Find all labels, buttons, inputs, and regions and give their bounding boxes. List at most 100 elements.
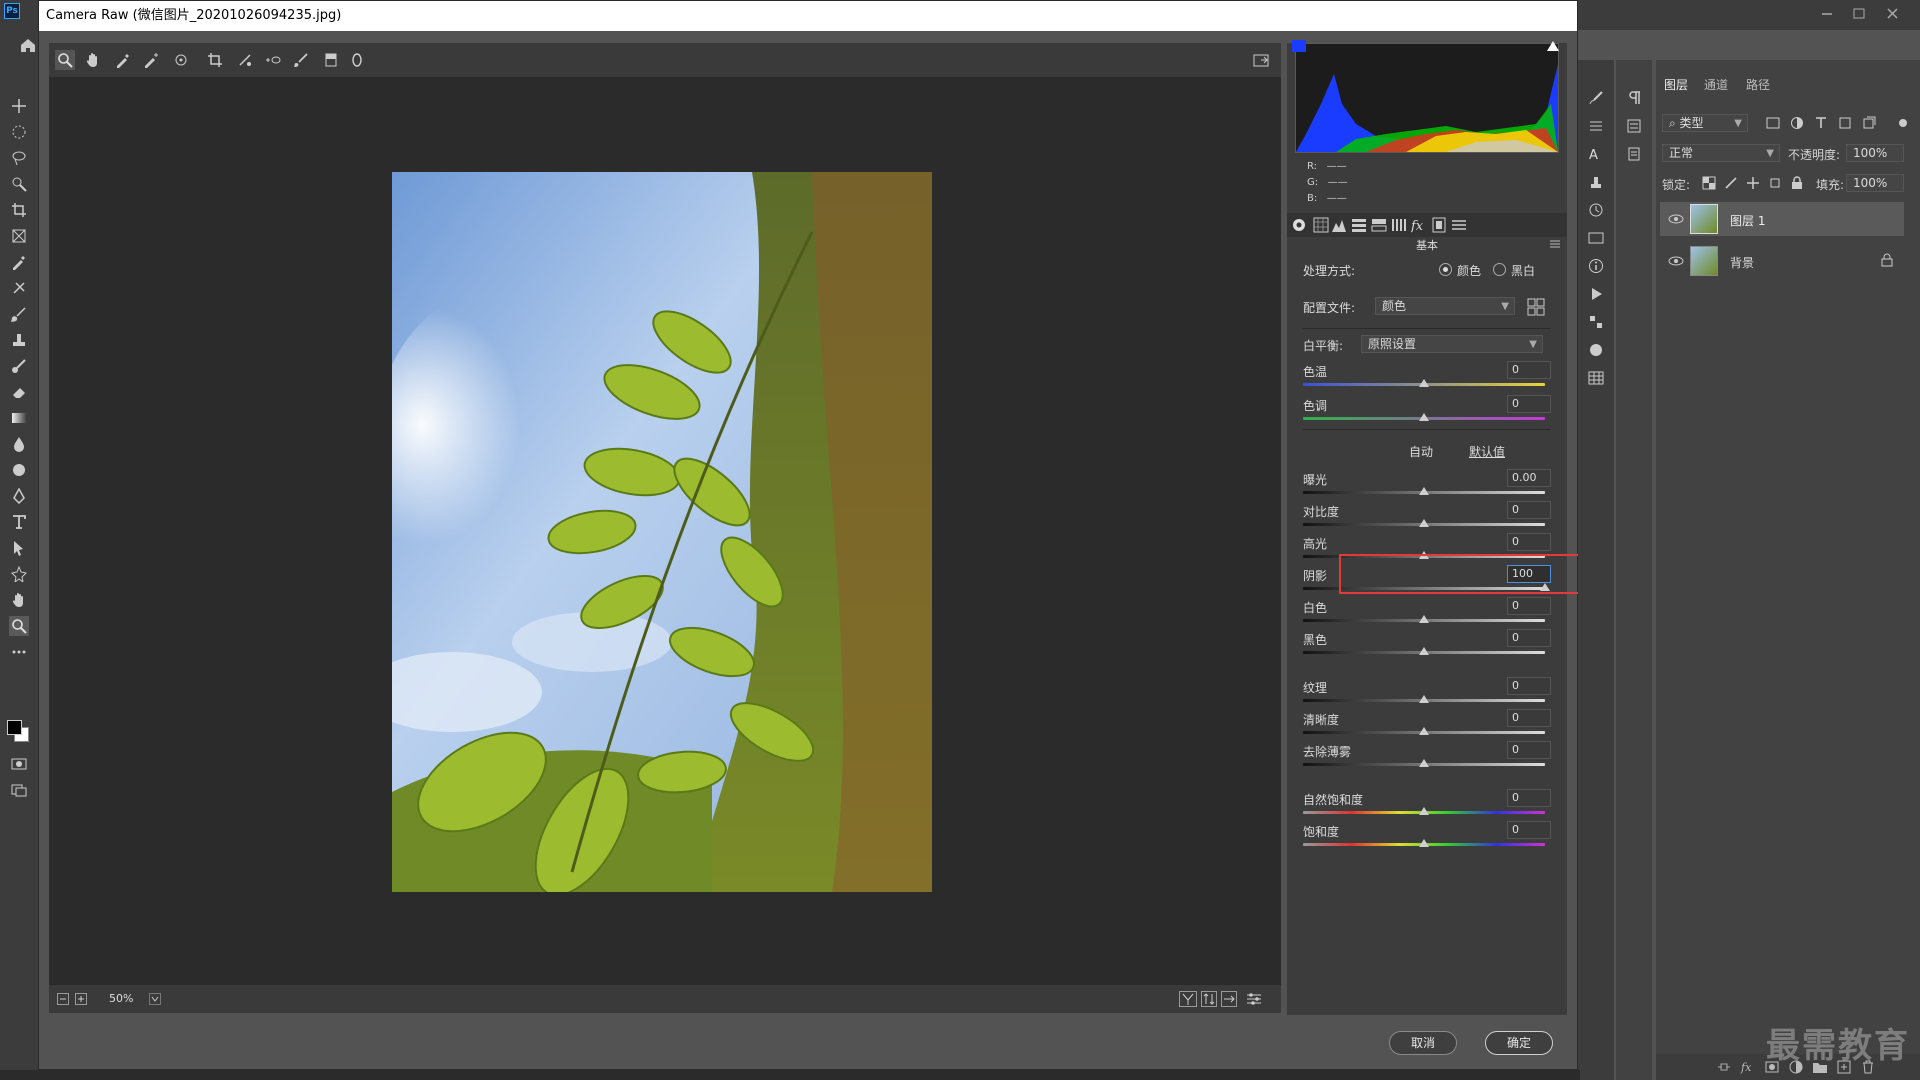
color-swatches[interactable] — [5, 718, 31, 744]
slider-value-field[interactable]: 0 — [1507, 361, 1551, 379]
zoom-dropdown-icon[interactable] — [149, 993, 161, 1005]
detail-tab-icon[interactable] — [1331, 217, 1347, 233]
channels-tab[interactable]: 通道 — [1704, 76, 1728, 93]
before-after-icon[interactable] — [1179, 991, 1197, 1007]
slider-value-field[interactable]: 0 — [1507, 821, 1551, 839]
blur-tool-icon[interactable] — [9, 434, 29, 454]
tone-curve-tab-icon[interactable] — [1313, 217, 1329, 233]
effects-tab-icon[interactable]: fx — [1411, 217, 1427, 233]
profile-browser-icon[interactable] — [1527, 298, 1545, 316]
filter-adjustment-icon[interactable] — [1790, 116, 1806, 132]
visibility-eye-icon[interactable] — [1668, 211, 1684, 227]
zoom-icon[interactable] — [55, 50, 75, 70]
quick-select-icon[interactable] — [9, 174, 29, 194]
auto-button[interactable]: 自动 — [1409, 443, 1433, 460]
zoom-out-button[interactable] — [57, 993, 69, 1005]
home-icon[interactable] — [18, 35, 38, 55]
stamp-tool-icon[interactable] — [9, 330, 29, 350]
red-eye-icon[interactable] — [263, 50, 283, 70]
layer-row-layer1[interactable]: 图层 1 — [1660, 202, 1904, 236]
layer-row-background[interactable]: 背景 — [1660, 244, 1904, 278]
radial-filter-icon[interactable] — [347, 50, 367, 70]
history-icon[interactable] — [1588, 202, 1604, 218]
white-balance-icon[interactable] — [113, 50, 133, 70]
hsl-tab-icon[interactable] — [1351, 217, 1367, 233]
filter-smart-icon[interactable] — [1862, 116, 1878, 132]
frame-tool-icon[interactable] — [9, 226, 29, 246]
slider-value-field[interactable]: 0 — [1507, 395, 1551, 413]
slider-thumb[interactable] — [1419, 487, 1429, 495]
slider-thumb[interactable] — [1419, 647, 1429, 655]
hand-tool-icon[interactable] — [9, 590, 29, 610]
eyedropper-icon[interactable] — [9, 252, 29, 272]
shape-tool-icon[interactable] — [9, 564, 29, 584]
crop-icon[interactable] — [205, 50, 225, 70]
slider-thumb[interactable] — [1419, 839, 1429, 847]
brush-tool-icon[interactable] — [9, 304, 29, 324]
ok-button[interactable]: 确定 — [1485, 1031, 1553, 1055]
filter-pixel-icon[interactable] — [1766, 116, 1782, 132]
layers-tab[interactable]: 图层 — [1664, 76, 1688, 93]
crop-tool-icon[interactable] — [9, 200, 29, 220]
more-tools-icon[interactable] — [9, 642, 29, 662]
zoom-level[interactable]: 50% — [99, 991, 147, 1007]
character-icon[interactable]: A — [1588, 146, 1604, 162]
eraser-icon[interactable] — [9, 382, 29, 402]
slider-thumb[interactable] — [1419, 413, 1429, 421]
cancel-button[interactable]: 取消 — [1389, 1031, 1457, 1055]
link-layers-icon[interactable] — [1716, 1059, 1732, 1075]
visibility-eye-icon[interactable] — [1668, 253, 1684, 269]
treatment-color-radio[interactable] — [1439, 263, 1452, 276]
default-button[interactable]: 默认值 — [1469, 443, 1505, 460]
slider-thumb[interactable] — [1419, 615, 1429, 623]
lasso-tool-icon[interactable] — [9, 148, 29, 168]
slider-value-field[interactable]: 0 — [1507, 533, 1551, 551]
pen-tool-icon[interactable] — [9, 486, 29, 506]
fill-field[interactable]: 100% — [1846, 174, 1904, 192]
actions-icon[interactable] — [1588, 286, 1604, 302]
graduated-filter-icon[interactable] — [321, 50, 341, 70]
lock-artboard-icon[interactable] — [1768, 176, 1784, 192]
filter-type-icon[interactable] — [1814, 116, 1830, 132]
fullscreen-toggle-icon[interactable] — [1251, 50, 1271, 70]
split-toning-tab-icon[interactable] — [1371, 217, 1387, 233]
dodge-tool-icon[interactable] — [9, 460, 29, 480]
fx-icon[interactable]: fx — [1740, 1059, 1756, 1075]
healing-brush-icon[interactable] — [9, 278, 29, 298]
targeted-adjust-icon[interactable] — [171, 50, 191, 70]
swatches-icon[interactable] — [1588, 314, 1604, 330]
screen-mode-icon[interactable] — [9, 780, 29, 800]
adjust-brush-icon[interactable] — [291, 50, 311, 70]
slider-value-field[interactable]: 0 — [1507, 629, 1551, 647]
quick-mask-icon[interactable] — [9, 754, 29, 774]
lock-all-icon[interactable] — [1790, 176, 1806, 192]
opacity-field[interactable]: 100% — [1846, 144, 1904, 162]
clone-source-icon[interactable] — [1588, 174, 1604, 190]
shadow-clipping-warning-icon[interactable] — [1292, 40, 1306, 52]
adjustments-icon[interactable] — [1588, 118, 1604, 134]
highlight-clipping-warning-icon[interactable] — [1546, 40, 1560, 52]
path-select-icon[interactable] — [9, 538, 29, 558]
gradient-icon[interactable] — [9, 408, 29, 428]
slider-value-field[interactable]: 0.00 — [1507, 469, 1551, 487]
panel-menu-icon[interactable] — [1549, 239, 1561, 249]
spot-removal-icon[interactable] — [235, 50, 255, 70]
move-tool-icon[interactable] — [9, 96, 29, 116]
basic-tab-icon[interactable] — [1291, 217, 1307, 233]
presets-tab-icon[interactable] — [1451, 217, 1467, 233]
lock-transparent-icon[interactable] — [1702, 176, 1718, 192]
slider-value-field[interactable]: 0 — [1507, 501, 1551, 519]
paragraph-icon[interactable] — [1626, 90, 1642, 106]
lock-pixels-icon[interactable] — [1724, 176, 1740, 192]
white-balance-dropdown[interactable]: 原照设置 ▼ — [1361, 335, 1543, 353]
slider-value-field[interactable]: 0 — [1507, 741, 1551, 759]
slider-thumb[interactable] — [1419, 759, 1429, 767]
blend-mode-dropdown[interactable]: 正常 ▼ — [1662, 144, 1780, 162]
lock-position-icon[interactable] — [1746, 176, 1762, 192]
profile-dropdown[interactable]: 颜色 ▼ — [1375, 297, 1515, 315]
treatment-bw-radio[interactable] — [1493, 263, 1506, 276]
info-icon[interactable] — [1588, 258, 1604, 274]
slider-thumb[interactable] — [1419, 519, 1429, 527]
slider-value-field[interactable]: 0 — [1507, 677, 1551, 695]
navigator-icon[interactable] — [1588, 230, 1604, 246]
